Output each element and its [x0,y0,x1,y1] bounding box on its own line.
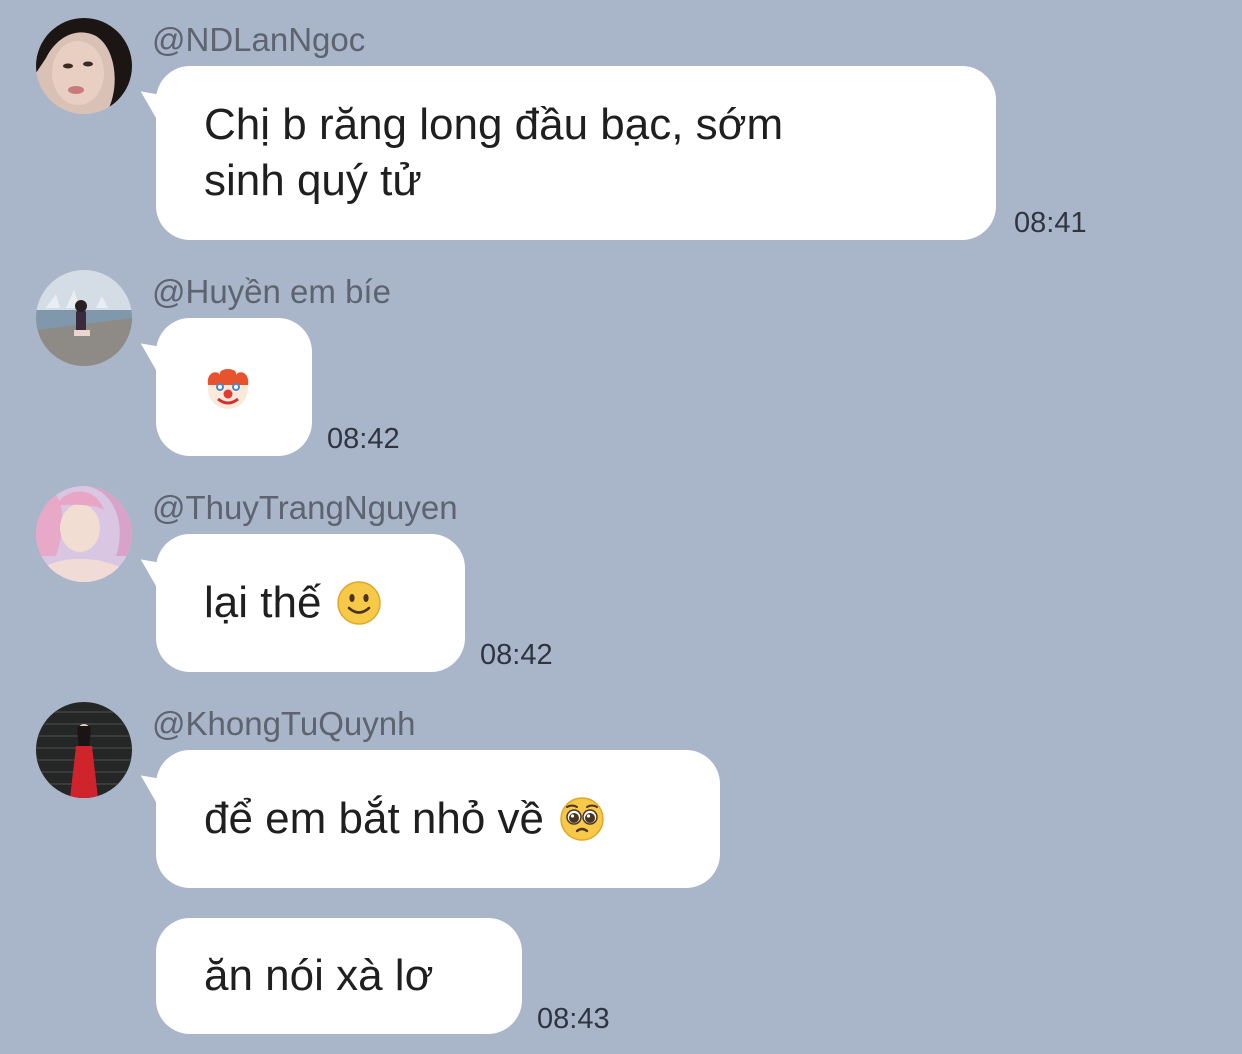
slightly-smiling-face-emoji-icon [335,579,383,627]
avatar-thuytrangnguyen[interactable] [36,486,132,582]
avatar-woman-closeup-icon [36,18,132,114]
message-time: 08:42 [327,423,400,455]
pleading-face-emoji-icon [558,795,606,843]
username-label[interactable]: @Huyền em bíe [152,272,391,312]
message-time: 08:42 [480,639,553,671]
avatar-huyen-em-bie[interactable] [36,270,132,366]
avatar-ndlanngoc[interactable] [36,18,132,114]
message-text-line: Chị b răng long đầu bạc, sớm [204,100,784,149]
message-text: để em bắt nhỏ về [204,794,545,843]
avatar-woman-pink-hair-icon [36,486,132,582]
message-text: ăn nói xà lơ [204,951,434,1000]
message-text: lại thế [204,578,322,627]
message-bubble[interactable]: lại thế [156,534,465,672]
message-bubble[interactable] [156,318,312,456]
message-time: 08:41 [1014,207,1087,239]
message-text: Chị b răng long đầu bạc, sớm sinh quý tử [204,97,783,209]
clown-face-emoji-icon [204,363,252,411]
message-time: 08:43 [537,1003,610,1035]
message-bubble[interactable]: để em bắt nhỏ về [156,750,720,888]
username-label[interactable]: @ThuyTrangNguyen [152,488,458,528]
avatar-khongtuquynh[interactable] [36,702,132,798]
message-bubble[interactable]: Chị b răng long đầu bạc, sớm sinh quý tử [156,66,996,240]
username-label[interactable]: @NDLanNgoc [152,20,365,60]
message-bubble[interactable]: ăn nói xà lơ [156,918,522,1034]
avatar-woman-harbor-icon [36,270,132,366]
message-text-line: sinh quý tử [204,156,422,205]
username-label[interactable]: @KhongTuQuynh [152,704,415,744]
avatar-woman-red-dress-icon [36,702,132,798]
